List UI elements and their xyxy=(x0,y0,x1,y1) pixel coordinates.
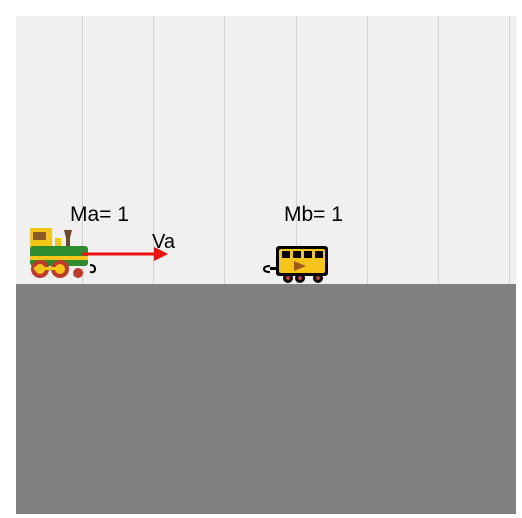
mass-b-label: Mb= 1 xyxy=(284,203,343,226)
gridline xyxy=(438,16,439,284)
gridline xyxy=(509,16,510,284)
mass-a-label: Ma= 1 xyxy=(70,203,129,226)
gridline xyxy=(367,16,368,284)
railcar-icon[interactable] xyxy=(262,244,330,284)
simulation-canvas[interactable]: Ma= 1 Mb= 1 Va xyxy=(16,16,516,514)
ground-surface xyxy=(16,284,516,514)
velocity-a-label: Va xyxy=(152,231,175,253)
locomotive-icon[interactable] xyxy=(28,226,97,286)
gridline xyxy=(224,16,225,284)
